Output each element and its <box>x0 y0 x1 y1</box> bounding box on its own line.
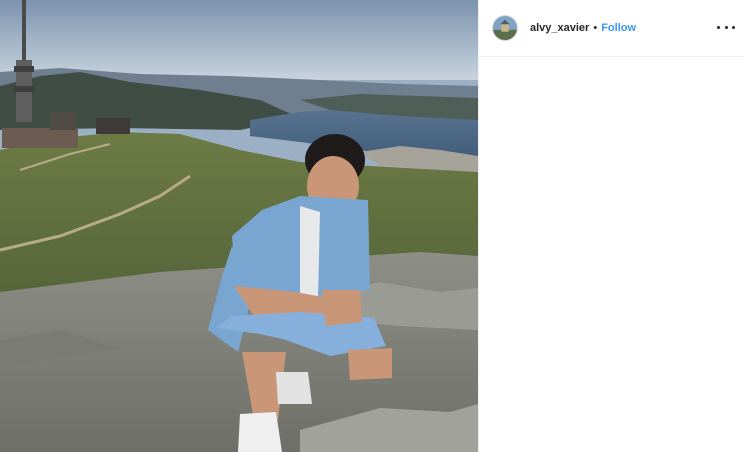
author-avatar[interactable] <box>492 15 518 41</box>
follow-button[interactable]: Follow <box>601 22 636 34</box>
more-dot <box>724 25 728 29</box>
separator-dot: • <box>593 22 598 34</box>
post-card: alvy_xavier • Follow <box>0 0 745 452</box>
more-dot <box>732 25 735 29</box>
post-sidebar: alvy_xavier • Follow <box>478 0 745 452</box>
post-header: alvy_xavier • Follow <box>479 0 745 57</box>
author-username[interactable]: alvy_xavier <box>530 22 589 34</box>
avatar-image <box>493 16 517 40</box>
post-photo[interactable] <box>0 0 478 452</box>
more-dot <box>717 25 720 29</box>
photo-image <box>0 0 478 452</box>
more-options-icon[interactable] <box>717 18 735 36</box>
